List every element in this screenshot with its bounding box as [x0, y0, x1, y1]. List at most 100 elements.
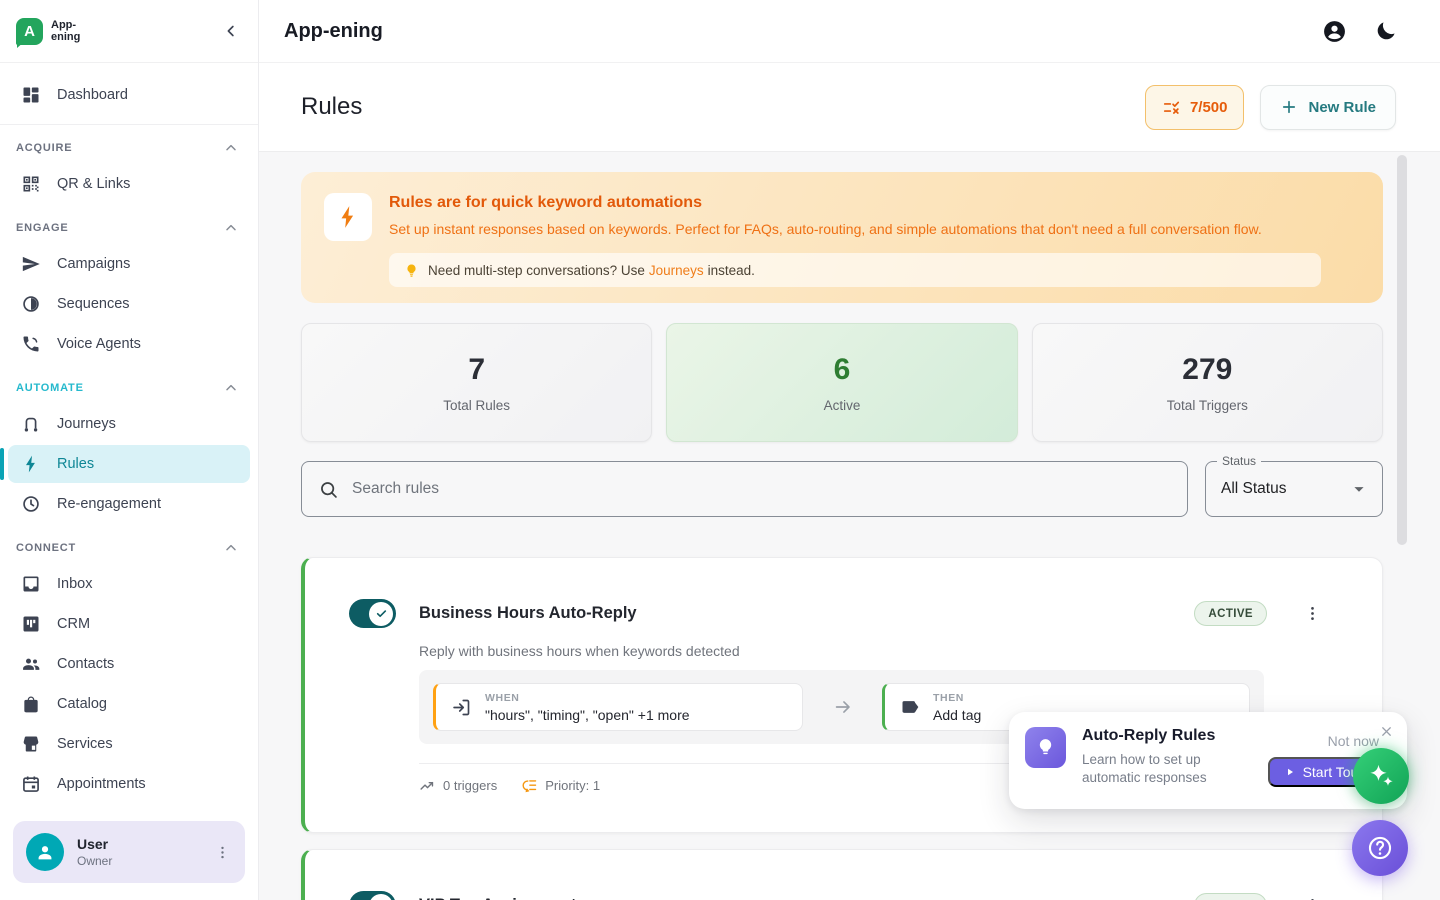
rule-toggle[interactable] [349, 891, 396, 900]
send-icon [21, 254, 41, 274]
status-select[interactable]: Status All Status [1205, 461, 1383, 517]
brand-logo: A App- ening [16, 18, 80, 45]
rule-menu-kebab-icon[interactable] [1299, 892, 1326, 900]
rule-card-header: VIP Tag Assignment ACTIVE [349, 891, 1326, 900]
user-role: Owner [77, 854, 112, 868]
trigger-count: 0 triggers [419, 777, 497, 794]
dark-mode-moon-icon[interactable] [1374, 19, 1398, 43]
shopping-bag-icon [21, 694, 41, 714]
when-texts: WHEN "hours", "timing", "open" +1 more [485, 692, 690, 723]
page-title: Rules [301, 93, 362, 121]
status-select-label: Status [1217, 454, 1261, 468]
calendar-icon [21, 774, 41, 794]
user-menu-kebab-icon[interactable] [208, 838, 237, 867]
kanban-icon [21, 614, 41, 634]
lightbulb-icon [404, 263, 419, 278]
play-icon [1284, 766, 1296, 778]
popup-body: Learn how to set up automatic responses [1082, 751, 1252, 787]
chevron-up-icon [223, 140, 239, 156]
sidebar-item-inbox[interactable]: Inbox [8, 565, 250, 603]
sidebar-collapse-icon[interactable] [222, 22, 240, 40]
rule-toggle[interactable] [349, 599, 396, 628]
when-value: "hours", "timing", "open" +1 more [485, 707, 690, 723]
note-suffix: instead. [708, 263, 755, 278]
stat-total-triggers: 279 Total Triggers [1032, 323, 1383, 442]
sidebar-item-journeys[interactable]: Journeys [8, 405, 250, 443]
sidebar-item-campaigns[interactable]: Campaigns [8, 245, 250, 283]
help-icon [1366, 834, 1394, 862]
half-circle-icon [21, 294, 41, 314]
avatar [26, 833, 64, 871]
section-connect[interactable]: CONNECT [0, 525, 258, 563]
phone-icon [21, 334, 41, 354]
sidebar-item-qr-links[interactable]: QR & Links [8, 165, 250, 203]
section-automate[interactable]: AUTOMATE [0, 365, 258, 403]
sidebar-item-sequences[interactable]: Sequences [8, 285, 250, 323]
help-fab[interactable] [1352, 820, 1408, 876]
app-root: A App- ening Dashboard ACQUIRE [0, 0, 1440, 900]
account-icon[interactable] [1322, 19, 1347, 44]
popup-title: Auto-Reply Rules [1082, 727, 1252, 745]
rule-menu-kebab-icon[interactable] [1299, 600, 1326, 627]
user-name: User [77, 836, 112, 852]
trending-up-icon [419, 777, 436, 794]
tag-icon [900, 697, 920, 717]
person-icon [34, 841, 56, 863]
people-icon [21, 654, 41, 674]
chevron-up-icon [223, 380, 239, 396]
not-now-button[interactable]: Not now [1328, 733, 1379, 749]
then-label: THEN [933, 692, 981, 704]
rule-name: VIP Tag Assignment [419, 896, 576, 900]
sidebar-item-dashboard[interactable]: Dashboard [8, 76, 250, 114]
search-input[interactable] [352, 480, 1171, 498]
stat-total-rules: 7 Total Rules [301, 323, 652, 442]
search-box [301, 461, 1188, 517]
section-engage[interactable]: ENGAGE [0, 205, 258, 243]
when-condition-box: WHEN "hours", "timing", "open" +1 more [433, 683, 803, 731]
page-header: Rules 7/500 New Rule [259, 63, 1440, 152]
chevron-up-icon [223, 540, 239, 556]
status-badge: ACTIVE [1194, 893, 1267, 900]
clock-icon [21, 494, 41, 514]
note-text: Need multi-step conversations? Use [428, 263, 645, 278]
banner-title: Rules are for quick keyword automations [389, 193, 1359, 212]
plus-icon [1280, 98, 1298, 116]
rule-description: Reply with business hours when keywords … [419, 643, 1326, 659]
ai-assistant-fab[interactable] [1353, 748, 1409, 804]
arrow-right-icon [832, 696, 854, 718]
sidebar-item-contacts[interactable]: Contacts [8, 645, 250, 683]
priority-icon [521, 777, 538, 794]
rule-name: Business Hours Auto-Reply [419, 604, 637, 623]
bolt-icon [21, 454, 41, 474]
popup-texts: Auto-Reply Rules Learn how to set up aut… [1082, 727, 1252, 794]
journeys-link[interactable]: Journeys [649, 263, 704, 278]
then-texts: THEN Add tag [933, 692, 981, 723]
dashboard-icon [21, 85, 41, 105]
filters-row: Status All Status [301, 461, 1383, 517]
auto-reply-tip-popup: Auto-Reply Rules Learn how to set up aut… [1009, 712, 1407, 809]
sidebar-item-catalog[interactable]: Catalog [8, 685, 250, 723]
scrollbar-thumb[interactable] [1397, 155, 1407, 545]
sidebar-item-services[interactable]: Services [8, 725, 250, 763]
stat-active: 6 Active [666, 323, 1017, 442]
rule-card: VIP Tag Assignment ACTIVE [301, 849, 1383, 900]
info-banner: Rules are for quick keyword automations … [301, 172, 1383, 303]
priority: Priority: 1 [521, 777, 600, 794]
then-value: Add tag [933, 707, 981, 723]
status-select-value: All Status [1221, 480, 1286, 498]
topbar-actions [1322, 19, 1398, 44]
sidebar-item-voice-agents[interactable]: Voice Agents [8, 325, 250, 363]
sidebar-header: A App- ening [0, 0, 258, 63]
sidebar-item-appointments[interactable]: Appointments [8, 765, 250, 803]
rule-card-header: Business Hours Auto-Reply ACTIVE [349, 599, 1326, 628]
sidebar-item-crm[interactable]: CRM [8, 605, 250, 643]
new-rule-button[interactable]: New Rule [1260, 85, 1396, 130]
qr-code-icon [21, 174, 41, 194]
user-profile-card[interactable]: User Owner [13, 821, 245, 883]
close-icon[interactable] [1379, 724, 1394, 739]
section-acquire[interactable]: ACQUIRE [0, 125, 258, 163]
sidebar-item-rules[interactable]: Rules [8, 445, 250, 483]
sidebar: A App- ening Dashboard ACQUIRE [0, 0, 259, 900]
sidebar-item-re-engagement[interactable]: Re-engagement [8, 485, 250, 523]
brand-name: App- ening [51, 19, 80, 43]
